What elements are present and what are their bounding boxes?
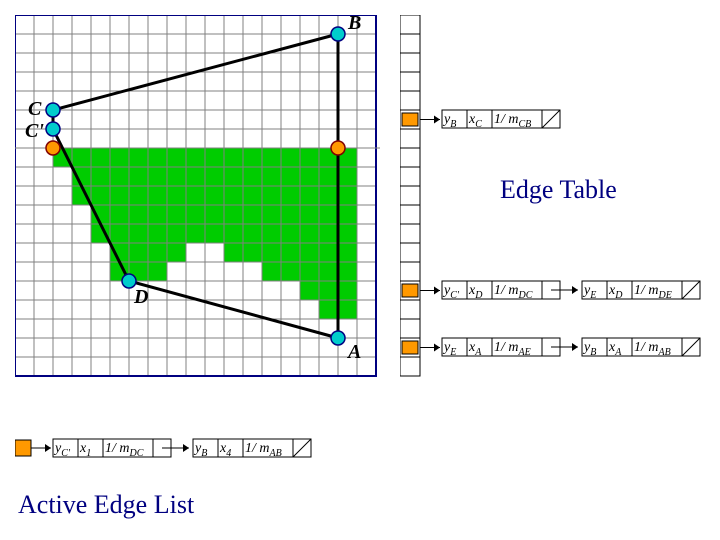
svg-text:C: C <box>28 98 42 120</box>
grid-svg: A B CC' D <box>15 15 380 380</box>
bucket-cells <box>400 15 420 376</box>
active-edge-list-title: Active Edge List <box>18 490 194 520</box>
polygon-grid: A B CC' D <box>15 15 375 375</box>
edge-table-bucket-array: yCyBxC1/ mCByDyC'xD1/ mDCyExD1/ mDEyAyEx… <box>400 15 720 395</box>
edge-table-entries: yCyBxC1/ mCByDyC'xD1/ mDCyExD1/ mDEyAyEx… <box>400 110 700 359</box>
svg-text:C': C' <box>25 120 44 142</box>
svg-text:A: A <box>346 341 361 363</box>
svg-text:B: B <box>347 15 361 34</box>
edge-table-title: Edge Table <box>500 175 617 205</box>
svg-text:D: D <box>133 286 148 308</box>
active-edge-list-row: yC'x11/ mDCyBx41/ mAB <box>15 435 375 485</box>
